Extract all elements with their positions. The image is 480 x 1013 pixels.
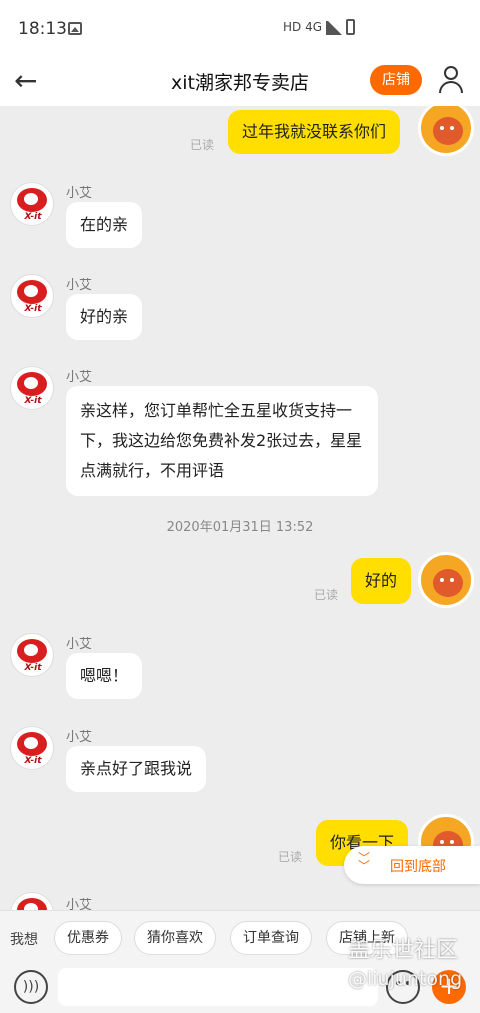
store-avatar[interactable]: X-it — [10, 366, 54, 410]
status-bar: 18:13 HD 4G — [0, 0, 480, 58]
chat-timestamp: 2020年01月31日 13:52 — [166, 520, 314, 535]
watermark-title: 盖乐世社区 — [348, 938, 459, 963]
chat-list[interactable]: 已读 过年我就没联系你们 X-it 小艾 在的亲 X-it 小艾 好的亲 X-i… — [0, 106, 480, 910]
store-message-bubble[interactable]: 亲这样，您订单帮忙全五星收货支持一下，我这边给您免费补发2张过去，星星点满就行，… — [66, 386, 378, 496]
chip-coupons[interactable]: 优惠券 — [54, 921, 122, 955]
message-input[interactable] — [58, 968, 378, 1006]
sender-name: 小艾 — [66, 637, 93, 652]
sender-name: 小艾 — [66, 898, 93, 910]
read-label: 已读 — [278, 850, 303, 864]
store-avatar[interactable]: X-it — [10, 633, 54, 677]
store-avatar[interactable]: X-it — [10, 274, 54, 318]
double-chevron-down-icon: ﹀ ﹀ — [358, 851, 371, 873]
store-avatar[interactable]: X-it — [10, 726, 54, 770]
store-avatar[interactable]: X-it — [10, 182, 54, 226]
voice-icon[interactable]: ))) — [14, 970, 48, 1004]
chat-header: ← xit潮家邦专卖店 店铺 — [0, 58, 480, 106]
store-message-bubble[interactable]: 好的亲 — [66, 294, 143, 340]
scroll-to-bottom-label: 回到底部 — [390, 859, 446, 875]
store-button[interactable]: 店铺 — [370, 65, 422, 95]
read-label: 已读 — [190, 138, 215, 152]
user-settings-icon[interactable] — [438, 64, 466, 96]
watermark-handle: @liujuntong — [348, 968, 463, 990]
my-avatar[interactable] — [418, 106, 474, 156]
sender-name: 小艾 — [66, 278, 93, 293]
sender-name: 小艾 — [66, 730, 93, 745]
signal-icon — [326, 19, 342, 35]
scroll-to-bottom-button[interactable]: ﹀ ﹀ 回到底部 — [344, 846, 480, 884]
store-avatar[interactable]: X-it — [10, 892, 54, 910]
chip-order-lookup[interactable]: 订单查询 — [230, 921, 312, 955]
status-indicators: HD 4G — [283, 19, 355, 35]
sender-name: 小艾 — [66, 186, 93, 201]
read-label: 已读 — [314, 588, 339, 602]
my-message-bubble[interactable]: 好的 — [351, 558, 412, 604]
store-message-bubble[interactable]: 在的亲 — [66, 202, 143, 248]
sender-name: 小艾 — [66, 370, 93, 385]
store-message-bubble[interactable]: 亲点好了跟我说 — [66, 746, 207, 792]
quick-actions-prefix: 我想 — [10, 932, 38, 948]
image-notification-icon — [68, 22, 82, 35]
my-message-bubble[interactable]: 过年我就没联系你们 — [228, 110, 401, 154]
status-time: 18:13 — [18, 19, 67, 39]
battery-icon — [346, 19, 355, 35]
chip-recommendations[interactable]: 猜你喜欢 — [134, 921, 216, 955]
network-label: HD 4G — [282, 20, 322, 34]
store-message-bubble[interactable]: 嗯嗯！ — [66, 653, 143, 699]
my-avatar[interactable] — [418, 552, 474, 608]
